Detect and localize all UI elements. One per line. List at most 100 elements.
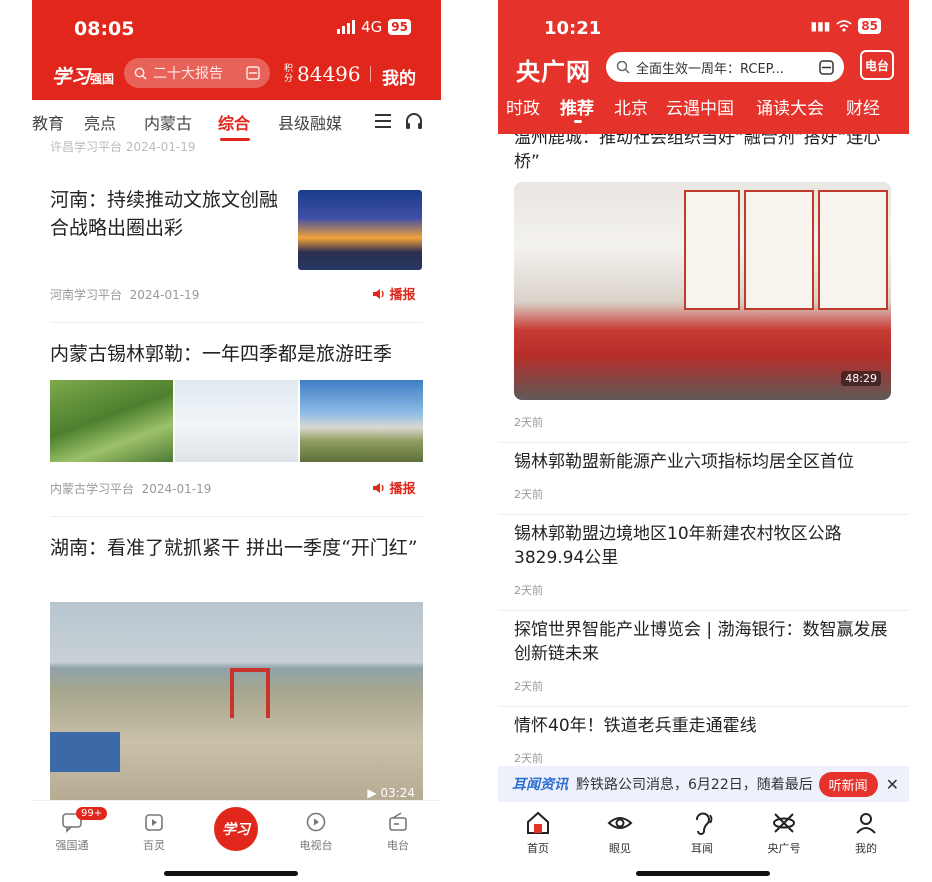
signal-icon (337, 20, 356, 34)
mine-link[interactable]: 我的 (382, 64, 416, 89)
nav-label: 电台 (387, 839, 409, 852)
building-shape (50, 732, 120, 772)
ticker-message[interactable]: 黔铁路公司消息，6月22日，随着最后 (576, 774, 819, 794)
home-indicator[interactable] (164, 871, 298, 876)
article-3[interactable]: 湖南：看准了就抓紧干 拼出一季度“开门红” (50, 534, 423, 562)
tab-general[interactable]: 综合 (218, 110, 250, 134)
nav-home[interactable]: 首页 (508, 810, 568, 856)
article-image-snow[interactable] (175, 380, 298, 462)
article-image-grassland[interactable] (50, 380, 173, 462)
article-source: 内蒙古学习平台 (50, 482, 135, 496)
listen-button[interactable]: 播报 (372, 478, 416, 497)
logo-sub: 强国 (90, 72, 115, 86)
article-meta: 内蒙古学习平台 2024-01-19 (50, 480, 211, 497)
news-ticker[interactable]: 耳闻资讯 黔铁路公司消息，6月22日，随着最后 听新闻 ✕ (498, 766, 909, 802)
nav-yanjian[interactable]: 眼见 (590, 810, 650, 856)
ticker-brand: 耳闻资讯 (512, 777, 568, 793)
headphones-icon[interactable] (404, 111, 424, 131)
tab-recommended[interactable]: 推荐 (560, 94, 594, 119)
status-time: 08:05 (74, 18, 135, 40)
app-header: 10:21 ▮▮▮ 85 央广网 全面生效一周年：RCEP... 电台 时政 推… (498, 0, 909, 134)
tab-highlights[interactable]: 亮点 (84, 110, 116, 134)
listen-news-button[interactable]: 听新闻 (818, 771, 878, 797)
article-source: 河南学习平台 (50, 288, 123, 302)
poster-board (684, 190, 740, 310)
poster-board (818, 190, 888, 310)
active-tab-indicator (574, 120, 582, 123)
article-title[interactable]: 湖南：看准了就抓紧干 拼出一季度“开门红” (50, 534, 423, 562)
home-indicator[interactable] (636, 871, 770, 876)
listen-label: 播报 (389, 288, 416, 303)
article-title[interactable]: 锡林郭勒盟新能源产业六项指标均居全区首位 (514, 450, 894, 474)
tab-yunyu-china[interactable]: 云遇中国 (666, 94, 734, 119)
crane-shape (230, 668, 270, 718)
tab-finance[interactable]: 财经 (846, 94, 880, 119)
divider (498, 442, 909, 443)
status-time: 10:21 (544, 18, 602, 39)
knot-icon (773, 813, 795, 833)
points-value: 84496 (297, 62, 361, 86)
points-display[interactable]: 积分 84496 (284, 62, 361, 86)
scan-icon[interactable] (819, 59, 834, 75)
search-placeholder: 二十大报告 (153, 66, 223, 82)
bottom-nav: 强国通 99+ 百灵 学习 电视台 电台 (32, 800, 441, 882)
search-icon (616, 60, 630, 74)
article-title[interactable]: 锡林郭勒盟边境地区10年新建农村牧区公路3829.94公里 (514, 522, 894, 570)
home-icon (527, 811, 549, 834)
article-1[interactable]: 河南：持续推动文旅文创融合战略出圈出彩 (50, 186, 280, 242)
article-time: 2天前 (514, 584, 543, 597)
search-input[interactable]: 全面生效一周年：RCEP... (606, 52, 844, 82)
nav-label: 电视台 (299, 839, 333, 852)
close-icon[interactable]: ✕ (886, 775, 899, 794)
article-title[interactable]: 内蒙古锡林郭勒：一年四季都是旅游旺季 (50, 340, 423, 368)
divider (498, 706, 909, 707)
app-header: 08:05 4G 95 学习强国 二十大报告 积分 84496 我的 (32, 0, 441, 100)
nav-yangguanghao[interactable]: 央广号 (754, 810, 814, 856)
article-date: 2024-01-19 (141, 482, 212, 496)
scan-icon[interactable] (246, 66, 260, 80)
article-thumbnail[interactable] (298, 190, 422, 270)
article-title[interactable]: 情怀40年！铁道老兵重走通霍线 (514, 714, 894, 738)
play-screen-icon (145, 814, 163, 831)
listen-label: 播报 (389, 482, 416, 497)
tab-beijing[interactable]: 北京 (614, 94, 648, 119)
nav-label: 耳闻 (691, 842, 713, 855)
listen-button[interactable]: 播报 (372, 284, 416, 303)
divider (498, 610, 909, 611)
tab-politics[interactable]: 时政 (506, 94, 540, 119)
tab-inner-mongolia[interactable]: 内蒙古 (144, 110, 192, 134)
article-time: 2天前 (514, 488, 543, 501)
article-title[interactable]: 河南：持续推动文旅文创融合战略出圈出彩 (50, 186, 280, 242)
app-logo[interactable]: 学习强国 (52, 62, 114, 89)
search-placeholder: 全面生效一周年：RCEP... (636, 61, 784, 77)
article-video-thumbnail[interactable]: ▶ 03:24 (50, 602, 423, 802)
phone-cnr-screen: 温州鹿城：推动社会组织当好“融合剂”搭好“连心桥” 48:29 2天前 锡林郭勒… (498, 0, 909, 882)
play-circle-icon (306, 812, 326, 832)
article-date: 2024-01-19 (129, 288, 200, 302)
nav-xuexi-home-button[interactable]: 学习 (214, 807, 258, 851)
divider (50, 516, 423, 517)
app-logo[interactable]: 央广网 (516, 52, 591, 87)
nav-mine[interactable]: 我的 (836, 810, 896, 856)
article-2[interactable]: 内蒙古锡林郭勒：一年四季都是旅游旺季 (50, 340, 423, 368)
search-input[interactable]: 二十大报告 (124, 58, 270, 88)
article-title[interactable]: 探馆世界智能产业博览会 | 渤海银行：数智赢发展 创新链未来 (514, 618, 894, 666)
article-video-thumbnail[interactable]: 48:29 (514, 182, 891, 400)
logo-text: 学习 (52, 66, 91, 88)
unread-badge: 99+ (76, 807, 108, 820)
signal-icon: ▮▮▮ (810, 19, 831, 33)
radio-button[interactable]: 电台 (860, 50, 894, 80)
tab-county-media[interactable]: 县级融媒 (278, 110, 342, 134)
tab-reading-contest[interactable]: 诵读大会 (756, 94, 824, 119)
menu-icon[interactable] (374, 113, 392, 129)
phone-xuexi-screen: 08:05 4G 95 学习强国 二十大报告 积分 84496 我的 教育 亮点… (32, 0, 441, 882)
article-image-landscape[interactable] (300, 380, 423, 462)
nav-radio[interactable]: 电台 (368, 811, 428, 853)
article-time: 2天前 (514, 752, 543, 765)
nav-bailing[interactable]: 百灵 (124, 811, 184, 853)
nav-erwen[interactable]: 耳闻 (672, 810, 732, 856)
tab-education[interactable]: 教育 (32, 110, 64, 134)
search-icon (134, 67, 147, 80)
nav-tv[interactable]: 电视台 (286, 811, 346, 853)
article-time: 2天前 (514, 680, 543, 693)
